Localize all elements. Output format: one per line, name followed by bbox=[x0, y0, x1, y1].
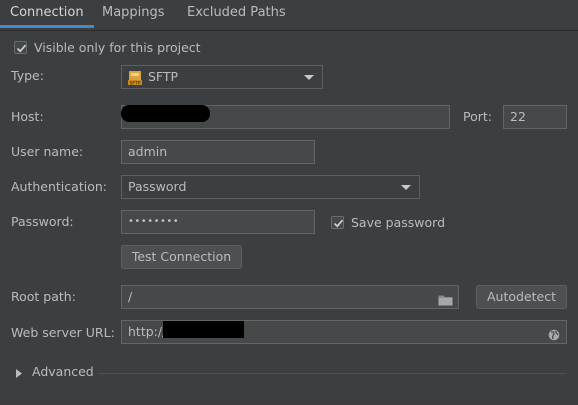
test-connection-button[interactable]: Test Connection bbox=[121, 245, 242, 269]
password-label: Password: bbox=[11, 214, 74, 229]
visible-only-checkbox[interactable] bbox=[14, 41, 27, 54]
port-value: 22 bbox=[510, 109, 526, 124]
globe-icon[interactable] bbox=[548, 326, 560, 343]
tab-excluded-paths[interactable]: Excluded Paths bbox=[177, 0, 296, 28]
type-label: Type: bbox=[11, 68, 44, 83]
password-value: •••••••• bbox=[128, 216, 180, 227]
host-label: Host: bbox=[11, 109, 44, 124]
authentication-label: Authentication: bbox=[11, 179, 107, 194]
visible-only-label: Visible only for this project bbox=[34, 40, 201, 55]
tab-mappings[interactable]: Mappings bbox=[92, 0, 175, 28]
chevron-right-icon[interactable] bbox=[16, 366, 22, 381]
web-server-url-value: http:// bbox=[128, 324, 167, 339]
web-server-url-label: Web server URL: bbox=[11, 325, 115, 340]
password-input[interactable]: •••••••• bbox=[121, 210, 315, 234]
tab-connection[interactable]: Connection bbox=[0, 0, 94, 28]
authentication-value: Password bbox=[128, 179, 187, 194]
chevron-down-icon bbox=[401, 185, 411, 190]
svg-text:SFTP: SFTP bbox=[129, 80, 140, 85]
root-path-label: Root path: bbox=[11, 289, 76, 304]
redacted-host bbox=[121, 105, 210, 122]
advanced-section-toggle[interactable]: Advanced bbox=[32, 364, 94, 379]
autodetect-button[interactable]: Autodetect bbox=[476, 285, 567, 309]
redacted-url bbox=[163, 321, 244, 338]
type-value: SFTP bbox=[148, 69, 179, 84]
advanced-divider bbox=[98, 373, 566, 374]
type-dropdown[interactable]: SFTP SFTP bbox=[121, 65, 323, 89]
username-value: admin bbox=[128, 144, 168, 159]
checkmark-icon bbox=[16, 44, 27, 53]
folder-icon[interactable] bbox=[438, 291, 453, 308]
root-path-value: / bbox=[128, 289, 133, 304]
save-password-label: Save password bbox=[351, 215, 446, 230]
tab-bar: Connection Mappings Excluded Paths bbox=[0, 0, 578, 31]
username-input[interactable]: admin bbox=[121, 140, 315, 164]
chevron-down-icon bbox=[304, 75, 314, 80]
port-input[interactable]: 22 bbox=[503, 105, 567, 129]
authentication-dropdown[interactable]: Password bbox=[121, 175, 420, 199]
checkmark-icon bbox=[333, 219, 344, 228]
root-path-input[interactable]: / bbox=[121, 285, 459, 309]
username-label: User name: bbox=[11, 144, 84, 159]
save-password-checkbox[interactable] bbox=[331, 216, 344, 229]
port-label: Port: bbox=[463, 109, 492, 124]
sftp-icon: SFTP bbox=[128, 70, 142, 86]
